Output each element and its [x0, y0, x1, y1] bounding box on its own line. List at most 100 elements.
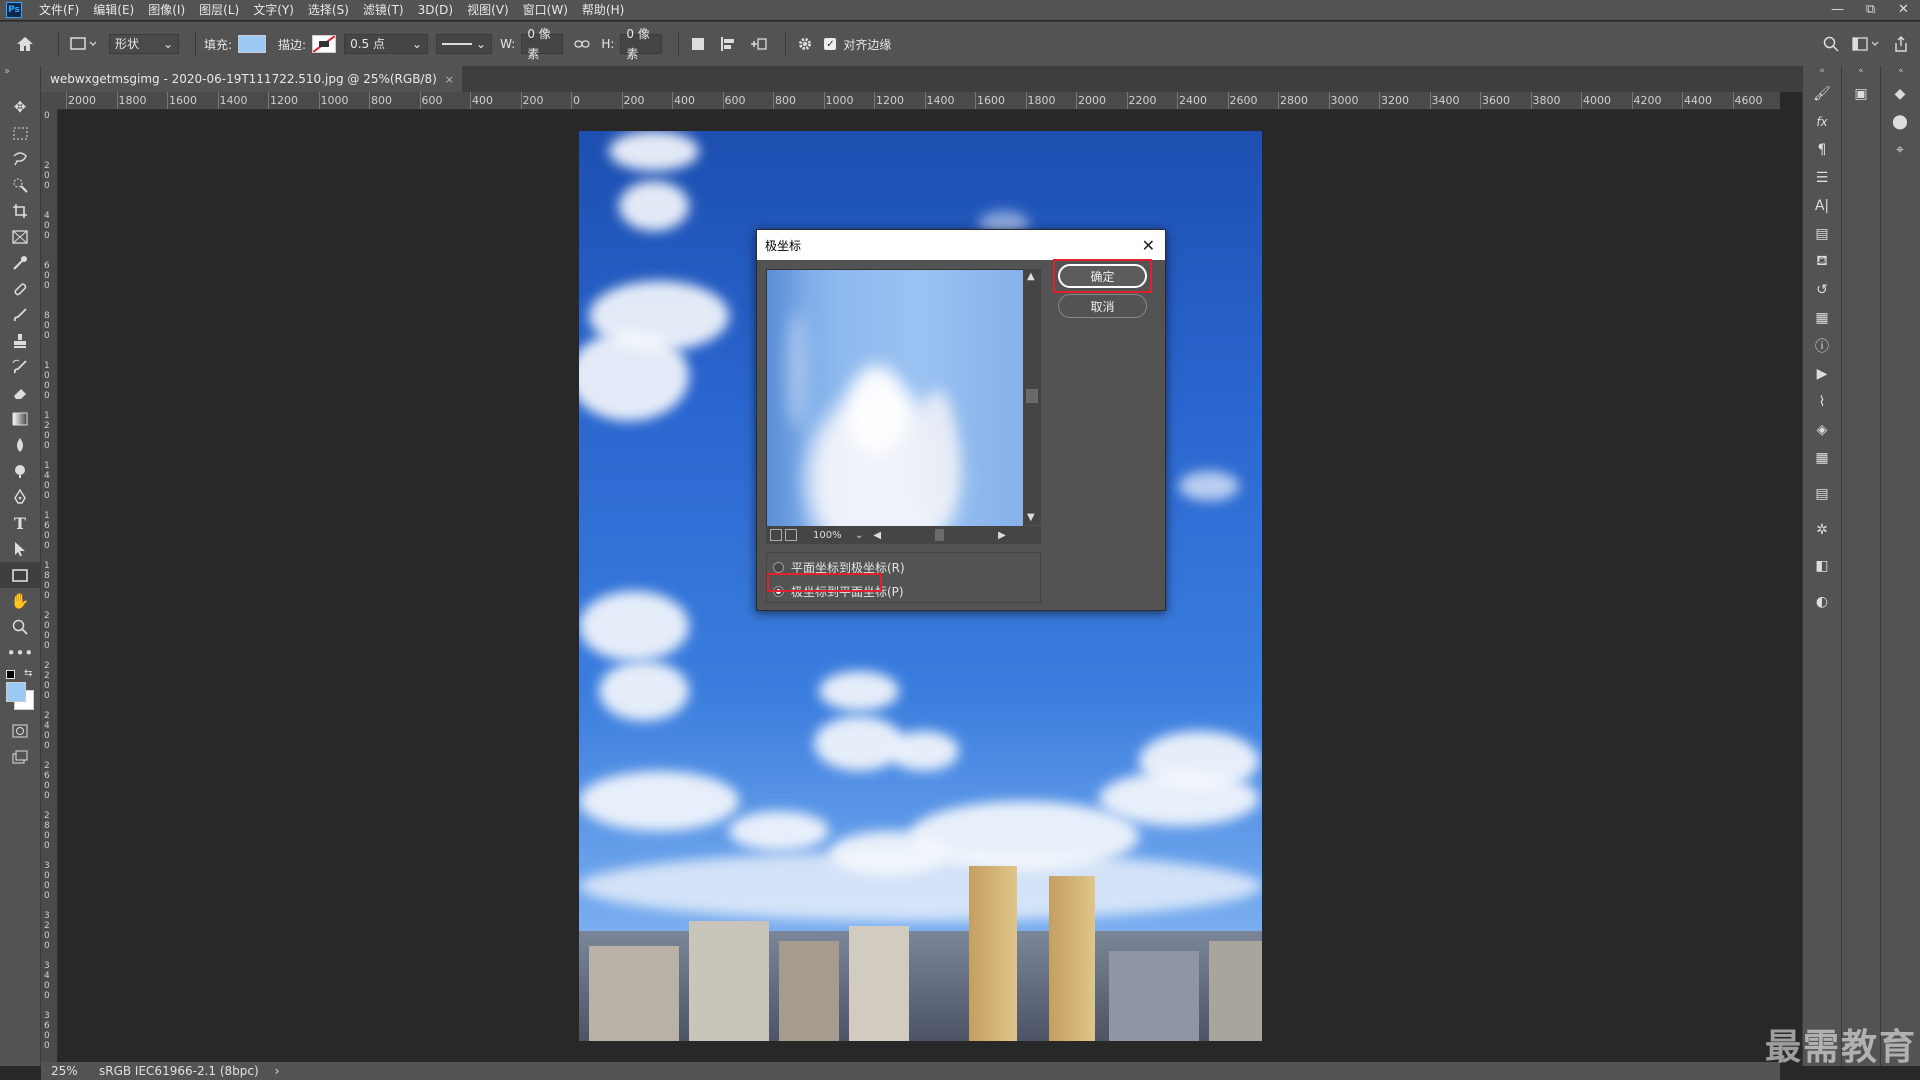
brush-tool-icon[interactable]	[0, 302, 40, 328]
menu-window[interactable]: 窗口(W)	[516, 0, 575, 20]
vertical-ruler[interactable]: 0 2 0 0 4 0 0 6 0 0 8 0 0 1 0 0 0 1 2 0 0 1 4 0…	[41, 109, 58, 1062]
actions-play-icon[interactable]: ▶	[1803, 360, 1841, 388]
close-icon[interactable]: ✕	[1142, 236, 1155, 255]
libraries-icon[interactable]: ✲	[1803, 516, 1841, 544]
status-menu-arrow[interactable]: ›	[275, 1064, 280, 1078]
rect-to-polar-radio[interactable]	[773, 562, 784, 573]
document-tab[interactable]: webwxgetmsgimg - 2020-06-19T111722.510.j…	[41, 66, 463, 92]
fill-color-swatch[interactable]	[238, 35, 267, 53]
rectangle-tool-icon[interactable]	[0, 562, 40, 588]
collapse-arrows-icon[interactable]: »	[0, 66, 40, 94]
zoom-out-icon[interactable]	[770, 529, 782, 541]
menu-edit[interactable]: 编辑(E)	[86, 0, 141, 20]
brush-settings-icon[interactable]: 🖌	[1803, 80, 1841, 108]
swap-colors-icon[interactable]: ⇆	[24, 668, 32, 679]
character-icon[interactable]: A|	[1803, 192, 1841, 220]
channels-icon[interactable]: ▦	[1803, 304, 1841, 332]
workspace-icon[interactable]	[1850, 33, 1882, 55]
menu-filter[interactable]: 滤镜(T)	[356, 0, 411, 20]
paragraph-icon[interactable]: ¶	[1803, 136, 1841, 164]
layer-comps-icon[interactable]: ▤	[1803, 220, 1841, 248]
eraser-tool-icon[interactable]	[0, 380, 40, 406]
properties-icon[interactable]: ☰	[1803, 164, 1841, 192]
height-input[interactable]: 0 像素	[620, 27, 663, 61]
channels-panel-icon[interactable]: ⬤	[1881, 108, 1919, 136]
share-icon[interactable]	[1890, 33, 1912, 55]
pen-tool-icon[interactable]	[0, 484, 40, 510]
zoom-tool-icon[interactable]	[0, 614, 40, 640]
clone-source-icon[interactable]: ⛾	[1803, 248, 1841, 276]
history-brush-tool-icon[interactable]	[0, 354, 40, 380]
shape-mode-select[interactable]: 形状 ⌄	[109, 34, 179, 54]
minimize-button[interactable]: —	[1821, 0, 1854, 20]
quick-mask-icon[interactable]	[0, 718, 40, 744]
cancel-button[interactable]: 取消	[1058, 294, 1147, 318]
menu-view[interactable]: 视图(V)	[460, 0, 516, 20]
path-arrangement-icon[interactable]	[747, 33, 769, 55]
menu-layer[interactable]: 图层(L)	[192, 0, 246, 20]
scroll-right-icon[interactable]: ▶	[998, 530, 1006, 541]
color-wheel-icon[interactable]: ◐	[1803, 588, 1841, 616]
crop-tool-icon[interactable]	[0, 198, 40, 224]
clone-stamp-tool-icon[interactable]	[0, 328, 40, 354]
dodge-tool-icon[interactable]	[0, 458, 40, 484]
healing-brush-tool-icon[interactable]	[0, 276, 40, 302]
hand-tool-icon[interactable]: ✋	[0, 588, 40, 614]
type-tool-icon[interactable]: T	[0, 510, 40, 536]
blur-tool-icon[interactable]	[0, 432, 40, 458]
filter-preview[interactable]	[766, 269, 1024, 527]
path-alignment-icon[interactable]	[717, 33, 739, 55]
more-tools-icon[interactable]: •••	[0, 640, 40, 666]
scroll-down-icon[interactable]: ▼	[1027, 512, 1035, 523]
stroke-type-select[interactable]: ⌄	[436, 34, 493, 54]
menu-type[interactable]: 文字(Y)	[246, 0, 301, 20]
horizontal-ruler[interactable]: 2000 1800 1600 1400 1200 1000 800 600 400 200 0 200…	[41, 92, 1780, 110]
menu-select[interactable]: 选择(S)	[301, 0, 356, 20]
path-operations-icon[interactable]	[687, 33, 709, 55]
scrollbar-thumb[interactable]	[1026, 389, 1038, 403]
width-input[interactable]: 0 像素	[521, 27, 564, 61]
lasso-tool-icon[interactable]	[0, 146, 40, 172]
zoom-level[interactable]: 25%	[51, 1064, 91, 1078]
quick-selection-tool-icon[interactable]	[0, 172, 40, 198]
align-edges-checkbox[interactable]: ✓	[824, 38, 837, 50]
home-icon[interactable]	[14, 33, 36, 55]
restore-button[interactable]: ⧉	[1854, 0, 1887, 20]
move-tool-icon[interactable]: ✥	[0, 94, 40, 120]
close-window-button[interactable]: ✕	[1887, 0, 1920, 20]
default-colors-icon[interactable]	[6, 670, 15, 679]
eyedropper-tool-icon[interactable]	[0, 250, 40, 276]
scroll-up-icon[interactable]: ▲	[1027, 271, 1035, 282]
paths-panel-icon[interactable]: ⌖	[1881, 136, 1919, 164]
search-icon[interactable]	[1820, 33, 1842, 55]
gradient-tool-icon[interactable]	[0, 406, 40, 432]
layers-icon[interactable]: ◆	[1881, 80, 1919, 108]
screen-mode-icon[interactable]	[0, 744, 40, 770]
tool-preset-picker[interactable]	[67, 33, 101, 55]
stroke-width-field[interactable]: 0.5 点 ⌄	[344, 34, 429, 54]
scroll-left-icon[interactable]: ◀	[873, 530, 881, 541]
frame-tool-icon[interactable]	[0, 224, 40, 250]
zoom-in-icon[interactable]	[785, 529, 797, 541]
menu-3d[interactable]: 3D(D)	[411, 0, 460, 20]
notes-icon[interactable]: ▤	[1803, 480, 1841, 508]
preview-vertical-scrollbar[interactable]: ▲ ▼	[1023, 269, 1041, 525]
history-icon[interactable]: ↺	[1803, 276, 1841, 304]
info-icon[interactable]: ⓘ	[1803, 332, 1841, 360]
paths-icon[interactable]: ⌇	[1803, 388, 1841, 416]
path-selection-tool-icon[interactable]	[0, 536, 40, 562]
menu-image[interactable]: 图像(I)	[141, 0, 192, 20]
stroke-color-swatch[interactable]	[312, 35, 337, 53]
menu-file[interactable]: 文件(F)	[32, 0, 86, 20]
horizontal-scrollbar-thumb[interactable]	[935, 529, 945, 541]
chevron-down-icon[interactable]: ⌄	[855, 530, 863, 541]
gear-icon[interactable]	[794, 33, 816, 55]
table-icon[interactable]: ▦	[1803, 444, 1841, 472]
styles-icon[interactable]: fx	[1803, 108, 1841, 136]
menu-help[interactable]: 帮助(H)	[575, 0, 631, 20]
foreground-color-swatch[interactable]	[6, 682, 26, 702]
link-icon[interactable]	[571, 33, 593, 55]
swatches-panel-icon[interactable]: ▣	[1842, 80, 1880, 108]
marquee-tool-icon[interactable]	[0, 120, 40, 146]
close-tab-icon[interactable]: ×	[445, 73, 454, 86]
